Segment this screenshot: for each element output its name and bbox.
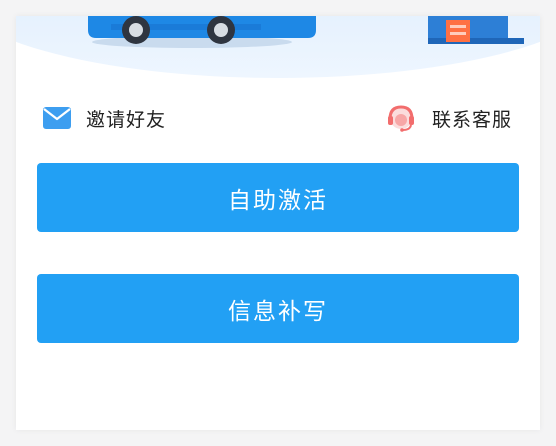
self-activate-button[interactable]: 自助激活 [37, 163, 519, 232]
invite-friends-link[interactable]: 邀请好友 [42, 96, 166, 140]
contact-support-label: 联系客服 [431, 108, 512, 131]
invite-friends-label: 邀请好友 [86, 108, 167, 131]
envelope-icon [42, 103, 72, 133]
quick-links: 邀请好友 联系客服 [16, 96, 540, 140]
hero-illustration [16, 16, 540, 86]
headset-icon [386, 103, 416, 133]
page-card: 邀请好友 联系客服 自助激活 信息补写 [16, 16, 540, 430]
contact-support-link[interactable]: 联系客服 [386, 96, 512, 140]
hero-banner [16, 16, 540, 86]
info-supplement-button[interactable]: 信息补写 [37, 274, 519, 343]
car-illustration [88, 16, 316, 48]
